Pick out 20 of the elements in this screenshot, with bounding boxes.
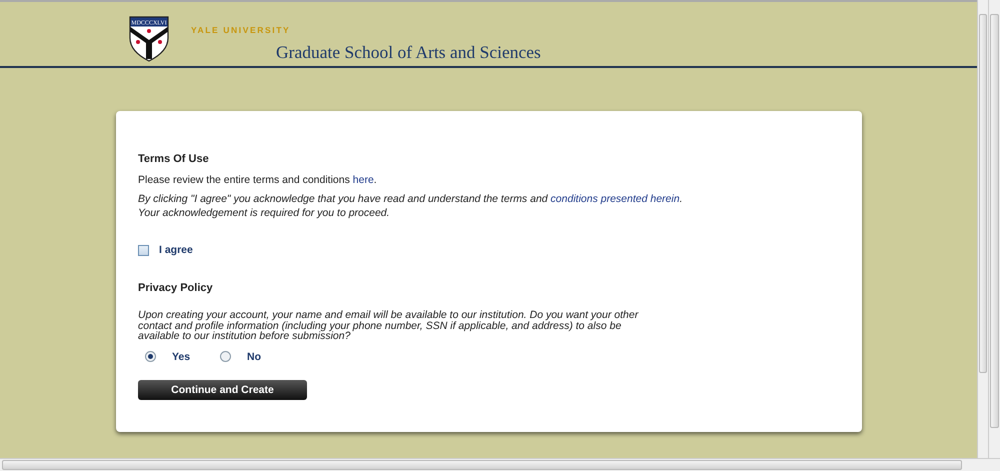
terms-link[interactable]: here	[352, 174, 374, 186]
review-text: Please review the entire terms and conditions here.	[138, 174, 378, 186]
conditions-link[interactable]: conditions presented herein	[550, 193, 680, 205]
radio-button[interactable]	[220, 351, 231, 362]
acknowledgement-text: By clicking "I agree" you acknowledge that you have read and understand the terms and conditions presented herein.	[138, 192, 684, 206]
section-heading: Terms Of Use	[138, 153, 210, 165]
radio-button[interactable]	[145, 351, 156, 362]
agree-checkbox[interactable]	[138, 244, 149, 256]
scrollbar-thumb[interactable]	[2, 460, 962, 470]
scrollbar-thumb[interactable]	[979, 14, 987, 373]
university-name: YALE UNIVERSITY	[191, 25, 292, 35]
radio-label: No	[247, 350, 261, 362]
continue-button[interactable]: Continue and Create	[138, 380, 307, 400]
checkbox-label: I agree	[159, 244, 193, 256]
privacy-text: Upon creating your account, your name and email will be available to our institution. Do you want your other contact and profile information (including your phone number, SSN if applicable, and address) to also be available to our institution before submission?	[138, 310, 640, 342]
acknowledgement-note: Your acknowledgement is required for you to proceed.	[138, 206, 391, 220]
school-title: Graduate School of Arts and Sciences	[276, 42, 541, 63]
radio-label: Yes	[172, 350, 190, 362]
section-heading: Privacy Policy	[138, 282, 214, 294]
scrollbar-thumb[interactable]	[990, 14, 999, 428]
